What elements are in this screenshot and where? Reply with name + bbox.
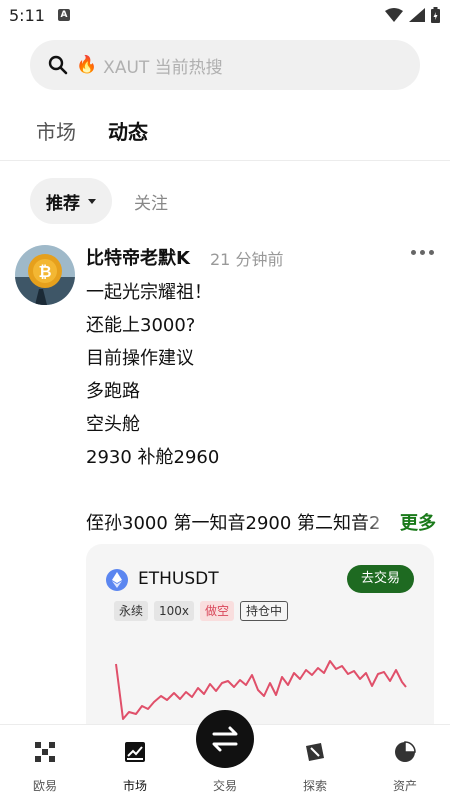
nav-label: 欧易 xyxy=(32,779,57,793)
nav-okx[interactable]: 欧易 xyxy=(0,725,90,800)
signal-icon xyxy=(409,8,425,22)
post-time: 21 分钟前 xyxy=(210,250,284,269)
svg-text:₿: ₿ xyxy=(38,262,51,281)
battery-icon xyxy=(431,7,440,23)
sub-tabs: 推荐 关注 xyxy=(30,178,168,224)
search-icon xyxy=(48,55,68,75)
tabs-divider xyxy=(0,160,450,161)
nav-explore[interactable]: 探索 xyxy=(270,725,360,800)
main-tabs: 市场 动态 xyxy=(36,116,148,145)
market-chart-icon xyxy=(125,742,145,762)
holding-tag: 持仓中 xyxy=(240,601,289,621)
status-icons xyxy=(385,7,440,23)
post-line: 目前操作建议 xyxy=(86,348,194,369)
pie-chart-icon xyxy=(395,741,416,762)
nav-label: 探索 xyxy=(302,779,327,793)
tab-feed[interactable]: 动态 xyxy=(108,116,148,145)
status-bar: 5:11 A xyxy=(0,0,450,30)
search-bar[interactable]: 🔥 XAUT 当前热搜 xyxy=(30,40,420,90)
trade-symbol: ETHUSDT xyxy=(138,569,219,589)
tab-market[interactable]: 市场 xyxy=(36,116,76,145)
post-author[interactable]: 比特帝老默K xyxy=(86,244,190,270)
post-line: 一起光宗耀祖！ xyxy=(86,282,212,303)
trade-tags: 永续 100x 做空 持仓中 xyxy=(114,601,289,621)
status-time: 5:11 xyxy=(9,6,45,25)
trade-card[interactable]: ETHUSDT 去交易 永续 100x 做空 持仓中 xyxy=(86,544,434,744)
post-line: 还能上3000? xyxy=(86,315,196,336)
wifi-icon xyxy=(385,8,403,22)
post-line: 2930 补舱2960 xyxy=(86,447,220,468)
post-last-line: 侄孙3000 第一知音2900 第二知音2 更多 xyxy=(86,507,436,540)
more-options-icon[interactable] xyxy=(411,250,434,255)
notification-icon: A xyxy=(58,9,70,21)
tab-following[interactable]: 关注 xyxy=(134,189,168,214)
avatar[interactable]: ₿ xyxy=(15,245,75,305)
more-link[interactable]: 更多 xyxy=(398,507,436,540)
nav-label: 交易 xyxy=(212,779,237,793)
nav-market[interactable]: 市场 xyxy=(90,725,180,800)
nav-label: 市场 xyxy=(122,779,147,793)
perpetual-tag: 永续 xyxy=(114,601,149,621)
search-placeholder: XAUT 当前热搜 xyxy=(103,57,223,78)
nav-assets[interactable]: 资产 xyxy=(360,725,450,800)
post-line: 多跑路 xyxy=(86,381,140,402)
post-line: 空头舱 xyxy=(86,414,140,435)
ethereum-icon xyxy=(106,569,128,591)
fire-icon: 🔥 xyxy=(76,55,98,75)
post-truncated-text: 侄孙3000 第一知音2900 第二知音2 xyxy=(86,513,381,534)
swap-arrows-icon xyxy=(212,726,238,752)
post-body: 一起光宗耀祖！ 还能上3000? 目前操作建议 多跑路 空头舱 2930 补舱2… xyxy=(86,276,436,540)
leverage-tag: 100x xyxy=(154,601,195,621)
nav-label: 资产 xyxy=(392,779,417,793)
recommend-filter[interactable]: 推荐 xyxy=(30,178,112,224)
compass-icon xyxy=(306,743,324,761)
short-tag: 做空 xyxy=(200,601,235,621)
recommend-label: 推荐 xyxy=(46,193,80,214)
go-trade-button[interactable]: 去交易 xyxy=(346,565,414,593)
caret-down-icon xyxy=(88,198,96,204)
price-line xyxy=(115,660,407,720)
okx-logo-icon xyxy=(35,742,55,762)
trade-swap-button[interactable] xyxy=(196,710,254,768)
